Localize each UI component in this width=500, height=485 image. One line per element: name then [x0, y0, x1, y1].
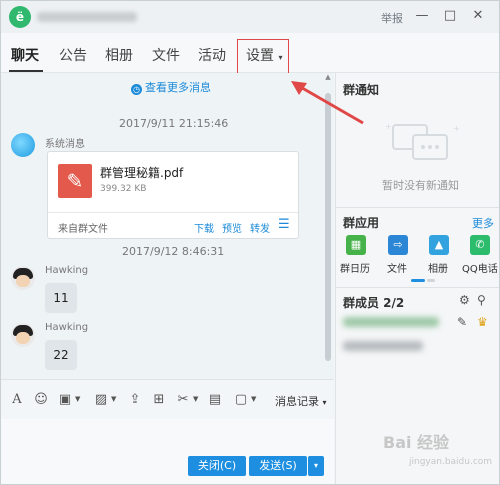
send-options-dropdown[interactable]: ▾: [308, 456, 324, 476]
maximize-icon[interactable]: □: [441, 7, 459, 25]
gift-icon[interactable]: ⊞: [151, 392, 167, 408]
upload-icon[interactable]: ⇪: [127, 392, 143, 408]
svg-text:+: +: [385, 122, 392, 131]
tab-bar: 聊天 公告 相册 文件 活动 设置 ▾: [1, 33, 499, 75]
report-link[interactable]: 举报: [381, 10, 403, 26]
download-link[interactable]: 下载: [194, 220, 214, 235]
app-label-calendar[interactable]: 群日历: [340, 260, 370, 275]
message-bubble: 22: [45, 340, 77, 370]
more-menu-icon[interactable]: ☰: [278, 217, 290, 232]
font-icon[interactable]: A: [9, 392, 25, 408]
app-label-album[interactable]: 相册: [428, 260, 448, 275]
group-chat-window: ë 举报 — □ ✕ 聊天 公告 相册 文件 活动 设置 ▾ ◷ 查看更多消息 2…: [0, 0, 500, 485]
view-more-messages-link[interactable]: ◷ 查看更多消息: [131, 79, 211, 95]
message-history-label: 消息记录: [275, 395, 319, 408]
system-message-sender: 系统消息: [45, 139, 85, 150]
tab-album[interactable]: 相册: [105, 45, 133, 65]
archive-icon[interactable]: ▤: [207, 392, 223, 408]
group-avatar-icon: ë: [9, 6, 31, 28]
clock-icon: ◷: [131, 84, 142, 95]
app-label-qq-call[interactable]: QQ电话: [462, 260, 498, 275]
avatar[interactable]: [11, 323, 35, 347]
active-tab-indicator: [9, 70, 43, 72]
owner-badge-icon: ♛: [477, 315, 488, 329]
title-bar: ë 举报 — □ ✕: [1, 1, 499, 33]
chevron-down-icon[interactable]: ▼: [251, 395, 256, 403]
avatar[interactable]: [11, 266, 35, 290]
message-sender[interactable]: Hawking: [45, 265, 88, 276]
edit-icon[interactable]: ✎: [457, 315, 467, 329]
scissors-icon[interactable]: ✂: [175, 392, 191, 408]
tab-announcement[interactable]: 公告: [59, 45, 87, 65]
app-label-files[interactable]: 文件: [387, 260, 407, 275]
empty-notice-text: 暂时没有新通知: [382, 179, 459, 192]
preview-link[interactable]: 预览: [222, 220, 242, 235]
tab-chat[interactable]: 聊天: [11, 45, 39, 65]
message-timestamp: 2017/9/11 21:15:46: [119, 117, 229, 130]
section-divider: [335, 207, 499, 208]
member-row-blurred[interactable]: [343, 341, 423, 351]
view-more-messages-label: 查看更多消息: [145, 81, 211, 94]
system-message-avatar: [11, 133, 35, 157]
image-icon[interactable]: ▨: [93, 392, 109, 408]
chevron-down-icon[interactable]: ▼: [75, 395, 80, 403]
file-message-card[interactable]: ✎ 群管理秘籍.pdf 399.32 KB 来自群文件 下载 预览 转发 ☰: [47, 151, 299, 239]
message-history-button[interactable]: 消息记录 ▾: [275, 393, 327, 409]
close-icon[interactable]: ✕: [469, 7, 487, 25]
page-indicator[interactable]: [427, 279, 435, 282]
minimize-icon[interactable]: —: [413, 7, 431, 25]
search-icon[interactable]: ⚲: [477, 293, 486, 307]
file-name: 群管理秘籍.pdf: [100, 166, 184, 180]
tab-activity[interactable]: 活动: [198, 45, 226, 65]
shake-icon[interactable]: ▢: [233, 392, 249, 408]
file-card-divider: [48, 212, 298, 213]
chevron-down-icon[interactable]: ▼: [111, 395, 116, 403]
annotation-arrow: [291, 81, 364, 125]
chevron-down-icon: ▾: [322, 398, 327, 407]
member-settings-icon[interactable]: ⚙: [459, 293, 470, 307]
baidu-watermark-url: jingyan.baidu.com: [409, 457, 493, 467]
avatar-face: [16, 332, 30, 344]
file-source: 来自群文件: [58, 224, 108, 235]
page-indicator-active[interactable]: [411, 279, 425, 282]
more-apps-link[interactable]: 更多: [472, 215, 494, 231]
svg-text:+: +: [453, 124, 460, 133]
scrollbar-thumb[interactable]: [325, 93, 331, 361]
phone-icon[interactable]: ✆: [470, 235, 490, 255]
group-apps-title: 群应用: [343, 216, 380, 230]
folder-icon[interactable]: ⇨: [388, 235, 408, 255]
section-divider: [335, 287, 499, 288]
group-members-title: 群成员 2/2: [343, 296, 405, 310]
message-timestamp: 2017/9/12 8:46:31: [122, 245, 225, 258]
avatar-face: [16, 275, 30, 287]
emoji-icon[interactable]: ☺: [33, 392, 49, 408]
baidu-watermark: Bai 经验: [383, 433, 450, 452]
empty-notice-illustration: + +: [385, 122, 460, 160]
send-button[interactable]: 发送(S): [249, 456, 307, 476]
calendar-icon[interactable]: ▦: [346, 235, 366, 255]
tab-files[interactable]: 文件: [152, 45, 180, 65]
file-size: 399.32 KB: [100, 184, 147, 194]
close-button[interactable]: 关闭(C): [188, 456, 246, 476]
input-toolbar: A ☺ ▣ ▼ ▨ ▼ ⇪ ⊞ ✂ ▼ ▤ ▢ ▼ 消息记录 ▾: [1, 379, 334, 419]
photo-icon[interactable]: ▲: [429, 235, 449, 255]
member-row-blurred[interactable]: [343, 317, 439, 327]
group-name-blurred: [37, 12, 137, 22]
pdf-file-icon: ✎: [58, 164, 92, 198]
chevron-down-icon[interactable]: ▼: [193, 395, 198, 403]
sticker-icon[interactable]: ▣: [57, 392, 73, 408]
message-sender[interactable]: Hawking: [45, 322, 88, 333]
message-bubble: 11: [45, 283, 77, 313]
settings-highlight-box: [237, 39, 289, 75]
forward-link[interactable]: 转发: [250, 220, 270, 235]
